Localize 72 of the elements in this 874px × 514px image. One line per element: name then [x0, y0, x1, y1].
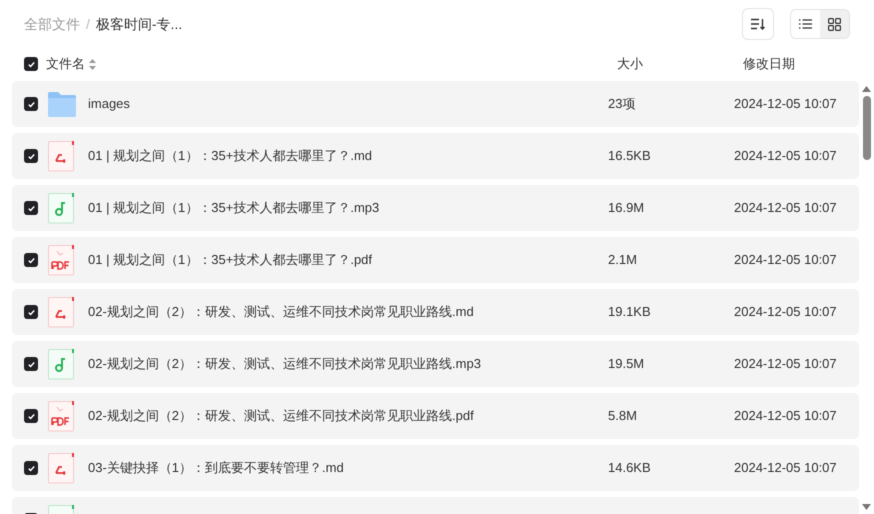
file-size: 19.1KB	[608, 303, 652, 322]
file-name: images	[88, 95, 131, 114]
file-row[interactable]: 01 | 规划之间（1）：35+技术人都去哪里了？.pdf 2.1M 2024-12-05 10:07	[12, 237, 859, 283]
file-row[interactable]: 03-关键抉择（1）：到底要不要转管理？.md 14.6KB 2024-12-05 10:07	[12, 445, 859, 491]
sort-button[interactable]	[742, 8, 774, 40]
file-name: 01 | 规划之间（1）：35+技术人都去哪里了？.md	[88, 147, 374, 166]
checkbox[interactable]	[24, 253, 38, 267]
music-file-icon	[48, 192, 76, 224]
file-row[interactable]: 02-规划之间（2）：研发、测试、运维不同技术岗常见职业路线.pdf 5.8M 2024-12-05 10:07	[12, 393, 859, 439]
breadcrumb-item[interactable]: 极客时间-专...	[96, 14, 182, 34]
scroll-down-icon[interactable]	[862, 504, 871, 510]
link-file-icon	[48, 140, 76, 172]
checkbox[interactable]	[24, 201, 38, 215]
sort-arrows-icon[interactable]	[89, 58, 96, 70]
checkbox[interactable]	[24, 305, 38, 319]
checkbox[interactable]	[24, 409, 38, 423]
check-icon	[26, 152, 36, 160]
check-icon	[26, 360, 36, 368]
pdf-file-icon	[48, 244, 76, 276]
modified-date: 2024-12-05 10:07	[734, 355, 837, 374]
folder-icon	[47, 90, 77, 118]
modified-date: 2024-12-05 10:07	[734, 95, 837, 114]
checkbox[interactable]	[24, 461, 38, 475]
file-size: 2.1M	[608, 251, 638, 270]
file-size: 23项	[608, 95, 636, 114]
list-icon	[799, 19, 812, 29]
modified-date: 2024-12-05 10:07	[734, 199, 837, 218]
check-icon	[26, 412, 36, 420]
file-row[interactable]: 01 | 规划之间（1）：35+技术人都去哪里了？.md 16.5KB 2024-12-05 10:07	[12, 133, 859, 179]
file-name: 01 | 规划之间（1）：35+技术人都去哪里了？.pdf	[88, 251, 374, 270]
checkbox[interactable]	[24, 97, 38, 111]
file-row[interactable]: 01 | 规划之间（1）：35+技术人都去哪里了？.mp3 16.9M 2024-12-05 10:07	[12, 185, 859, 231]
file-size: 19.5M	[608, 355, 646, 374]
check-icon	[26, 308, 36, 316]
checkbox[interactable]	[24, 149, 38, 163]
sort-icon	[751, 18, 765, 30]
modified-date: 2024-12-05 10:07	[734, 303, 837, 322]
file-name: 01 | 规划之间（1）：35+技术人都去哪里了？.mp3	[88, 199, 380, 218]
check-icon	[26, 60, 36, 68]
grid-icon	[828, 18, 841, 30]
column-header[interactable]: 修改日期	[743, 54, 795, 74]
file-row[interactable]: 02-规划之间（2）：研发、测试、运维不同技术岗常见职业路线.mp3 19.5M 2024-12-05 10:07	[12, 341, 859, 387]
file-name: 03-关键抉择（1）：到底要不要转管理？.md	[88, 459, 345, 478]
scroll-thumb[interactable]	[862, 96, 870, 160]
link-file-icon	[48, 296, 76, 328]
check-icon	[26, 100, 36, 108]
modified-date: 2024-12-05 10:07	[734, 407, 837, 426]
check-icon	[26, 204, 36, 212]
file-size: 16.5KB	[608, 147, 652, 166]
list-view-button[interactable]	[791, 10, 820, 38]
checkbox[interactable]	[24, 57, 38, 71]
column-header[interactable]: 大小	[617, 54, 743, 74]
music-file-icon	[48, 348, 76, 380]
file-row[interactable]: images 23项 2024-12-05 10:07	[12, 81, 859, 127]
file-size: 14.6KB	[608, 459, 652, 478]
check-icon	[26, 464, 36, 472]
breadcrumb-separator: /	[86, 14, 90, 34]
modified-date: 2024-12-05 10:07	[734, 147, 837, 166]
file-size: 16.9M	[608, 199, 646, 218]
file-name: 02-规划之间（2）：研发、测试、运维不同技术岗常见职业路线.mp3	[88, 355, 482, 374]
modified-date: 2024-12-05 10:07	[734, 251, 837, 270]
file-name: 02-规划之间（2）：研发、测试、运维不同技术岗常见职业路线.pdf	[88, 407, 475, 426]
scroll-up-icon[interactable]	[862, 86, 871, 92]
column-header[interactable]: 文件名	[46, 54, 85, 74]
checkbox[interactable]	[24, 357, 38, 371]
file-row[interactable]: 02-规划之间（2）：研发、测试、运维不同技术岗常见职业路线.md 19.1KB 2024-12-05 10:07	[12, 289, 859, 335]
link-file-icon	[48, 452, 76, 484]
file-size: 5.8M	[608, 407, 638, 426]
pdf-file-icon	[48, 400, 76, 432]
check-icon	[26, 256, 36, 264]
modified-date: 2024-12-05 10:07	[734, 459, 837, 478]
file-name: 02-规划之间（2）：研发、测试、运维不同技术岗常见职业路线.md	[88, 303, 475, 322]
